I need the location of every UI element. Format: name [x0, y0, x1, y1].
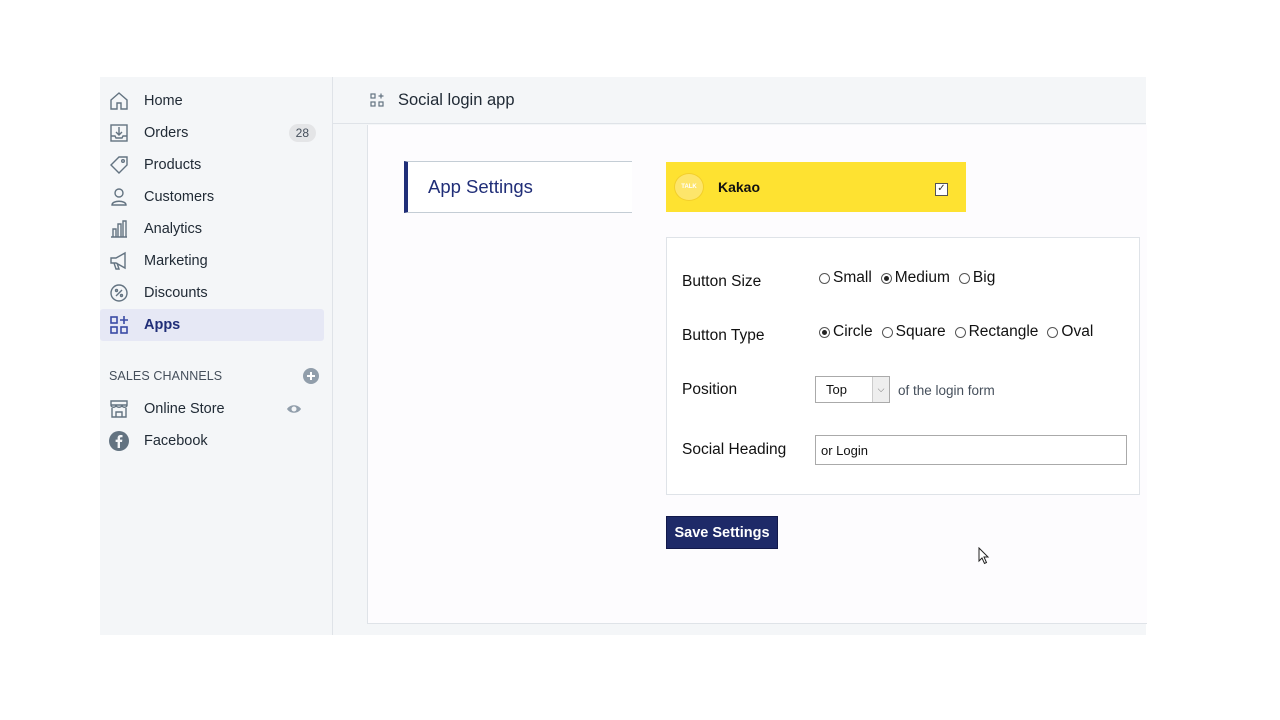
position-select-value: Top — [826, 382, 847, 397]
mouse-cursor-icon — [978, 547, 990, 565]
social-heading-input[interactable] — [815, 435, 1127, 465]
person-icon — [108, 186, 130, 208]
position-label: Position — [682, 381, 738, 398]
facebook-icon — [108, 430, 130, 452]
sidebar-item-label: Customers — [144, 189, 215, 205]
sidebar-item-label: Discounts — [144, 285, 208, 301]
sidebar-item-apps[interactable]: Apps — [100, 309, 324, 341]
sidebar-item-orders[interactable]: Orders 28 — [100, 117, 324, 149]
sales-channels-list: Online Store Facebook — [100, 393, 332, 457]
position-select[interactable]: Top ⌵ — [815, 376, 890, 403]
radio-label: Rectangle — [968, 323, 1039, 340]
kakao-logo-text: TALK — [681, 184, 697, 190]
radio-type-circle[interactable]: Circle — [819, 323, 873, 341]
radio-label: Small — [833, 269, 872, 286]
social-heading-label: Social Heading — [682, 441, 787, 458]
radio-size-big[interactable]: Big — [958, 269, 996, 287]
radio-circle — [819, 272, 830, 284]
button-size-options: Small Medium Big — [819, 269, 1004, 287]
sales-channels-header: SALES CHANNELS — [109, 367, 319, 384]
tab-app-settings[interactable]: App Settings — [404, 161, 632, 213]
sidebar-item-label: Analytics — [144, 221, 203, 237]
tag-icon — [108, 154, 130, 176]
radio-type-rectangle[interactable]: Rectangle — [954, 323, 1039, 341]
sidebar-item-label: Home — [144, 93, 183, 109]
radio-label: Oval — [1061, 323, 1094, 340]
kakao-provider-bar: TALK Kakao ✓ — [666, 162, 966, 212]
bar-chart-icon — [108, 218, 130, 240]
orders-icon — [108, 122, 130, 144]
sidebar-item-discounts[interactable]: Discounts — [100, 277, 324, 309]
radio-circle — [881, 326, 893, 338]
settings-form: Button Size Small Medium Big Button Type — [666, 237, 1140, 495]
sidebar-item-home[interactable]: Home — [100, 85, 324, 117]
sidebar-item-products[interactable]: Products — [100, 149, 324, 181]
sidebar-item-marketing[interactable]: Marketing — [100, 245, 324, 277]
sidebar: Home Orders 28 Products Customers Analyt… — [100, 77, 333, 635]
tab-label: App Settings — [428, 176, 533, 197]
sidebar-item-label: Online Store — [144, 401, 225, 417]
radio-circle — [880, 272, 892, 284]
button-type-options: Circle Square Rectangle Oval — [819, 323, 1102, 341]
sidebar-item-label: Facebook — [144, 433, 208, 449]
radio-circle — [958, 272, 970, 284]
sidebar-item-analytics[interactable]: Analytics — [100, 213, 324, 245]
sidebar-item-label: Marketing — [144, 253, 208, 269]
sidebar-item-label: Products — [144, 157, 202, 173]
kakao-label: Kakao — [718, 179, 761, 195]
eye-icon[interactable] — [286, 401, 302, 417]
sales-channels-heading: SALES CHANNELS — [109, 368, 223, 383]
page-title: Social login app — [398, 90, 515, 109]
sidebar-item-facebook[interactable]: Facebook — [100, 425, 324, 457]
save-settings-button[interactable]: Save Settings — [666, 516, 778, 549]
button-type-label: Button Type — [682, 327, 765, 344]
megaphone-icon — [108, 250, 130, 272]
radio-size-small[interactable]: Small — [819, 269, 872, 287]
radio-type-square[interactable]: Square — [881, 323, 946, 341]
top-bar: Social login app — [333, 77, 1146, 124]
discount-icon — [108, 282, 130, 304]
radio-type-oval[interactable]: Oval — [1047, 323, 1093, 341]
radio-circle — [1047, 326, 1059, 338]
sidebar-item-online-store[interactable]: Online Store — [100, 393, 324, 425]
radio-label: Medium — [894, 269, 950, 286]
radio-label: Circle — [833, 323, 873, 340]
position-suffix: of the login form — [898, 383, 995, 398]
button-size-label: Button Size — [682, 273, 762, 290]
orders-count-badge: 28 — [288, 124, 316, 142]
radio-label: Square — [895, 323, 946, 340]
kakao-enable-checkbox[interactable]: ✓ — [935, 183, 948, 196]
chevron-down-icon: ⌵ — [872, 377, 889, 402]
radio-size-medium[interactable]: Medium — [880, 269, 950, 287]
sidebar-item-customers[interactable]: Customers — [100, 181, 324, 213]
add-sales-channel-icon[interactable] — [302, 367, 319, 384]
app-content: App Settings TALK Kakao ✓ Button Size Sm… — [367, 125, 1147, 624]
radio-label: Big — [972, 269, 996, 286]
home-icon — [108, 90, 130, 112]
apps-grid-icon — [370, 93, 384, 107]
kakao-talk-logo-icon: TALK — [674, 173, 704, 201]
store-icon — [108, 398, 130, 420]
sidebar-item-label: Orders — [144, 125, 189, 141]
radio-circle — [954, 326, 966, 338]
apps-icon — [108, 314, 130, 336]
sidebar-item-label: Apps — [144, 317, 181, 333]
radio-circle — [819, 326, 830, 338]
sidebar-nav: Home Orders 28 Products Customers Analyt… — [100, 85, 332, 341]
